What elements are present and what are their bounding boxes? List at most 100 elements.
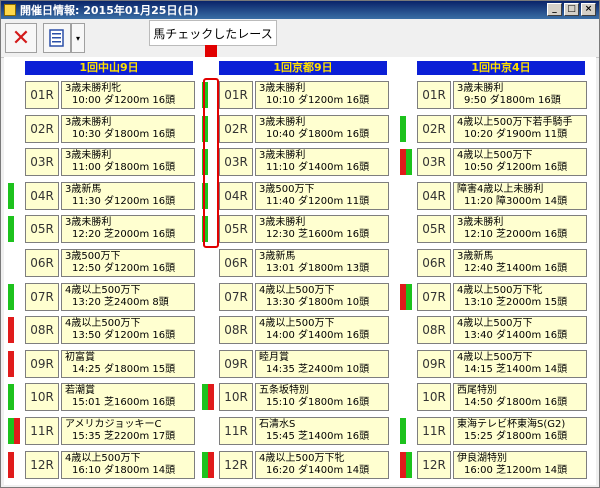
race-number[interactable]: 09R xyxy=(219,349,253,378)
race-info[interactable]: 東海テレビ杯東海S(G2) 15:25 ダ1800m 16頭 xyxy=(453,417,587,445)
race-number[interactable]: 08R xyxy=(25,316,59,345)
race-info[interactable]: 睦月賞 14:35 芝2400m 10頭 xyxy=(255,349,389,378)
race-number[interactable]: 07R xyxy=(25,282,59,311)
race-info[interactable]: 4歳以上500万下若手騎手 10:20 ダ1900m 11頭 xyxy=(453,114,587,143)
race-row[interactable]: 04R 3歳500万下 11:40 ダ1200m 11頭 xyxy=(201,181,391,211)
race-info[interactable]: 石清水S 15:45 芝1400m 16頭 xyxy=(255,417,389,445)
race-number[interactable]: 11R xyxy=(219,417,253,445)
race-row[interactable]: 07R 4歳以上500万下 13:20 芝2400m 8頭 xyxy=(7,282,197,312)
race-row[interactable]: 11R アメリカジョッキーC 15:35 芝2200m 17頭 xyxy=(7,416,197,446)
maximize-button[interactable]: □ xyxy=(564,3,579,16)
race-info[interactable]: 3歳未勝利 10:30 ダ1800m 16頭 xyxy=(61,114,195,143)
race-row[interactable]: 04R 障害4歳以上未勝利 11:20 障3000m 14頭 xyxy=(399,181,589,211)
race-number[interactable]: 01R xyxy=(417,81,451,109)
race-info[interactable]: 3歳未勝利 10:40 ダ1800m 16頭 xyxy=(255,114,389,143)
race-row[interactable]: 09R 4歳以上500万下 14:15 芝1400m 14頭 xyxy=(399,349,589,379)
close-window-button[interactable]: × xyxy=(581,3,596,16)
race-row[interactable]: 02R 4歳以上500万下若手騎手 10:20 ダ1900m 11頭 xyxy=(399,114,589,144)
race-row[interactable]: 08R 4歳以上500万下 13:50 ダ1200m 16頭 xyxy=(7,315,197,345)
race-row[interactable]: 09R 初富賞 14:25 ダ1800m 15頭 xyxy=(7,349,197,379)
race-info[interactable]: 西尾特別 14:50 ダ1800m 16頭 xyxy=(453,383,587,412)
race-row[interactable]: 08R 4歳以上500万下 14:00 ダ1400m 16頭 xyxy=(201,315,391,345)
race-number[interactable]: 02R xyxy=(219,114,253,143)
race-number[interactable]: 12R xyxy=(25,450,59,479)
race-row[interactable]: 05R 3歳未勝利 12:10 芝2000m 16頭 xyxy=(399,214,589,244)
race-number[interactable]: 04R xyxy=(417,181,451,210)
race-row[interactable]: 04R 3歳新馬 11:30 ダ1200m 16頭 xyxy=(7,181,197,211)
race-info[interactable]: 4歳以上500万下 16:10 ダ1800m 14頭 xyxy=(61,450,195,479)
race-info[interactable]: 3歳未勝利 12:30 芝1600m 16頭 xyxy=(255,215,389,244)
race-row[interactable]: 01R 3歳未勝利 10:10 ダ1200m 16頭 xyxy=(201,80,391,110)
race-number[interactable]: 07R xyxy=(417,282,451,311)
race-number[interactable]: 05R xyxy=(25,215,59,244)
race-number[interactable]: 05R xyxy=(219,215,253,244)
race-number[interactable]: 06R xyxy=(219,249,253,277)
race-number[interactable]: 08R xyxy=(219,316,253,345)
race-info[interactable]: 若潮賞 15:01 芝1600m 16頭 xyxy=(61,383,195,412)
race-number[interactable]: 10R xyxy=(25,383,59,412)
race-info[interactable]: 3歳未勝利 11:10 ダ1400m 16頭 xyxy=(255,148,389,177)
race-row[interactable]: 12R 伊良湖特別 16:00 芝1200m 14頭 xyxy=(399,450,589,480)
race-row[interactable]: 10R 若潮賞 15:01 芝1600m 16頭 xyxy=(7,382,197,412)
race-row[interactable]: 03R 4歳以上500万下 10:50 ダ1200m 16頭 xyxy=(399,147,589,177)
race-info[interactable]: 4歳以上500万下 13:40 ダ1400m 16頭 xyxy=(453,316,587,345)
race-row[interactable]: 01R 3歳未勝利 9:50 ダ1800m 16頭 xyxy=(399,80,589,110)
race-row[interactable]: 06R 3歳500万下 12:50 ダ1200m 16頭 xyxy=(7,248,197,278)
race-info[interactable]: 4歳以上500万下 14:00 ダ1400m 16頭 xyxy=(255,316,389,345)
race-row[interactable]: 03R 3歳未勝利 11:00 ダ1800m 16頭 xyxy=(7,147,197,177)
race-row[interactable]: 10R 西尾特別 14:50 ダ1800m 16頭 xyxy=(399,382,589,412)
race-info[interactable]: 伊良湖特別 16:00 芝1200m 14頭 xyxy=(453,450,587,479)
race-info[interactable]: 4歳以上500万下 10:50 ダ1200m 16頭 xyxy=(453,148,587,177)
race-number[interactable]: 03R xyxy=(417,148,451,177)
race-number[interactable]: 02R xyxy=(25,114,59,143)
race-number[interactable]: 07R xyxy=(219,282,253,311)
race-info[interactable]: 3歳未勝利 12:20 芝2000m 16頭 xyxy=(61,215,195,244)
race-row[interactable]: 09R 睦月賞 14:35 芝2400m 10頭 xyxy=(201,349,391,379)
race-number[interactable]: 04R xyxy=(25,181,59,210)
race-row[interactable]: 07R 4歳以上500万下 13:30 ダ1800m 10頭 xyxy=(201,282,391,312)
minimize-button[interactable]: _ xyxy=(547,3,562,16)
race-row[interactable]: 11R 石清水S 15:45 芝1400m 16頭 xyxy=(201,416,391,446)
race-info[interactable]: 4歳以上500万下 13:30 ダ1800m 10頭 xyxy=(255,282,389,311)
race-row[interactable]: 03R 3歳未勝利 11:10 ダ1400m 16頭 xyxy=(201,147,391,177)
race-row[interactable]: 01R 3歳未勝利牝 10:00 ダ1200m 16頭 xyxy=(7,80,197,110)
race-info[interactable]: 4歳以上500万下 13:50 ダ1200m 16頭 xyxy=(61,316,195,345)
race-row[interactable]: 08R 4歳以上500万下 13:40 ダ1400m 16頭 xyxy=(399,315,589,345)
race-number[interactable]: 03R xyxy=(25,148,59,177)
race-info[interactable]: 初富賞 14:25 ダ1800m 15頭 xyxy=(61,349,195,378)
race-row[interactable]: 10R 五条坂特別 15:10 ダ1800m 16頭 xyxy=(201,382,391,412)
race-row[interactable]: 12R 4歳以上500万下牝 16:20 ダ1400m 14頭 xyxy=(201,450,391,480)
race-info[interactable]: アメリカジョッキーC 15:35 芝2200m 17頭 xyxy=(61,417,195,445)
race-number[interactable]: 11R xyxy=(417,417,451,445)
close-button[interactable]: ✕ xyxy=(5,23,37,53)
race-number[interactable]: 09R xyxy=(25,349,59,378)
race-info[interactable]: 3歳未勝利 12:10 芝2000m 16頭 xyxy=(453,215,587,244)
race-number[interactable]: 04R xyxy=(219,181,253,210)
race-info[interactable]: 4歳以上500万下 14:15 芝1400m 14頭 xyxy=(453,349,587,378)
race-info[interactable]: 3歳未勝利 9:50 ダ1800m 16頭 xyxy=(453,81,587,109)
race-info[interactable]: 3歳未勝利牝 10:00 ダ1200m 16頭 xyxy=(61,81,195,109)
race-info[interactable]: 3歳新馬 12:40 芝1400m 16頭 xyxy=(453,249,587,277)
race-info[interactable]: 五条坂特別 15:10 ダ1800m 16頭 xyxy=(255,383,389,412)
race-number[interactable]: 06R xyxy=(25,249,59,277)
race-row[interactable]: 05R 3歳未勝利 12:30 芝1600m 16頭 xyxy=(201,214,391,244)
race-number[interactable]: 06R xyxy=(417,249,451,277)
race-row[interactable]: 11R 東海テレビ杯東海S(G2) 15:25 ダ1800m 16頭 xyxy=(399,416,589,446)
race-number[interactable]: 10R xyxy=(417,383,451,412)
race-info[interactable]: 3歳新馬 11:30 ダ1200m 16頭 xyxy=(61,181,195,210)
race-number[interactable]: 01R xyxy=(25,81,59,109)
race-number[interactable]: 05R xyxy=(417,215,451,244)
race-info[interactable]: 3歳未勝利 11:00 ダ1800m 16頭 xyxy=(61,148,195,177)
race-info[interactable]: 3歳未勝利 10:10 ダ1200m 16頭 xyxy=(255,81,389,109)
race-row[interactable]: 05R 3歳未勝利 12:20 芝2000m 16頭 xyxy=(7,214,197,244)
race-row[interactable]: 07R 4歳以上500万下牝 13:10 芝2000m 15頭 xyxy=(399,282,589,312)
race-number[interactable]: 08R xyxy=(417,316,451,345)
list-button[interactable] xyxy=(43,23,71,53)
race-number[interactable]: 01R xyxy=(219,81,253,109)
race-info[interactable]: 3歳500万下 11:40 ダ1200m 11頭 xyxy=(255,181,389,210)
race-row[interactable]: 12R 4歳以上500万下 16:10 ダ1800m 14頭 xyxy=(7,450,197,480)
race-info[interactable]: 3歳新馬 13:01 ダ1800m 13頭 xyxy=(255,249,389,277)
race-info[interactable]: 障害4歳以上未勝利 11:20 障3000m 14頭 xyxy=(453,181,587,210)
race-info[interactable]: 4歳以上500万下牝 16:20 ダ1400m 14頭 xyxy=(255,450,389,479)
race-number[interactable]: 09R xyxy=(417,349,451,378)
